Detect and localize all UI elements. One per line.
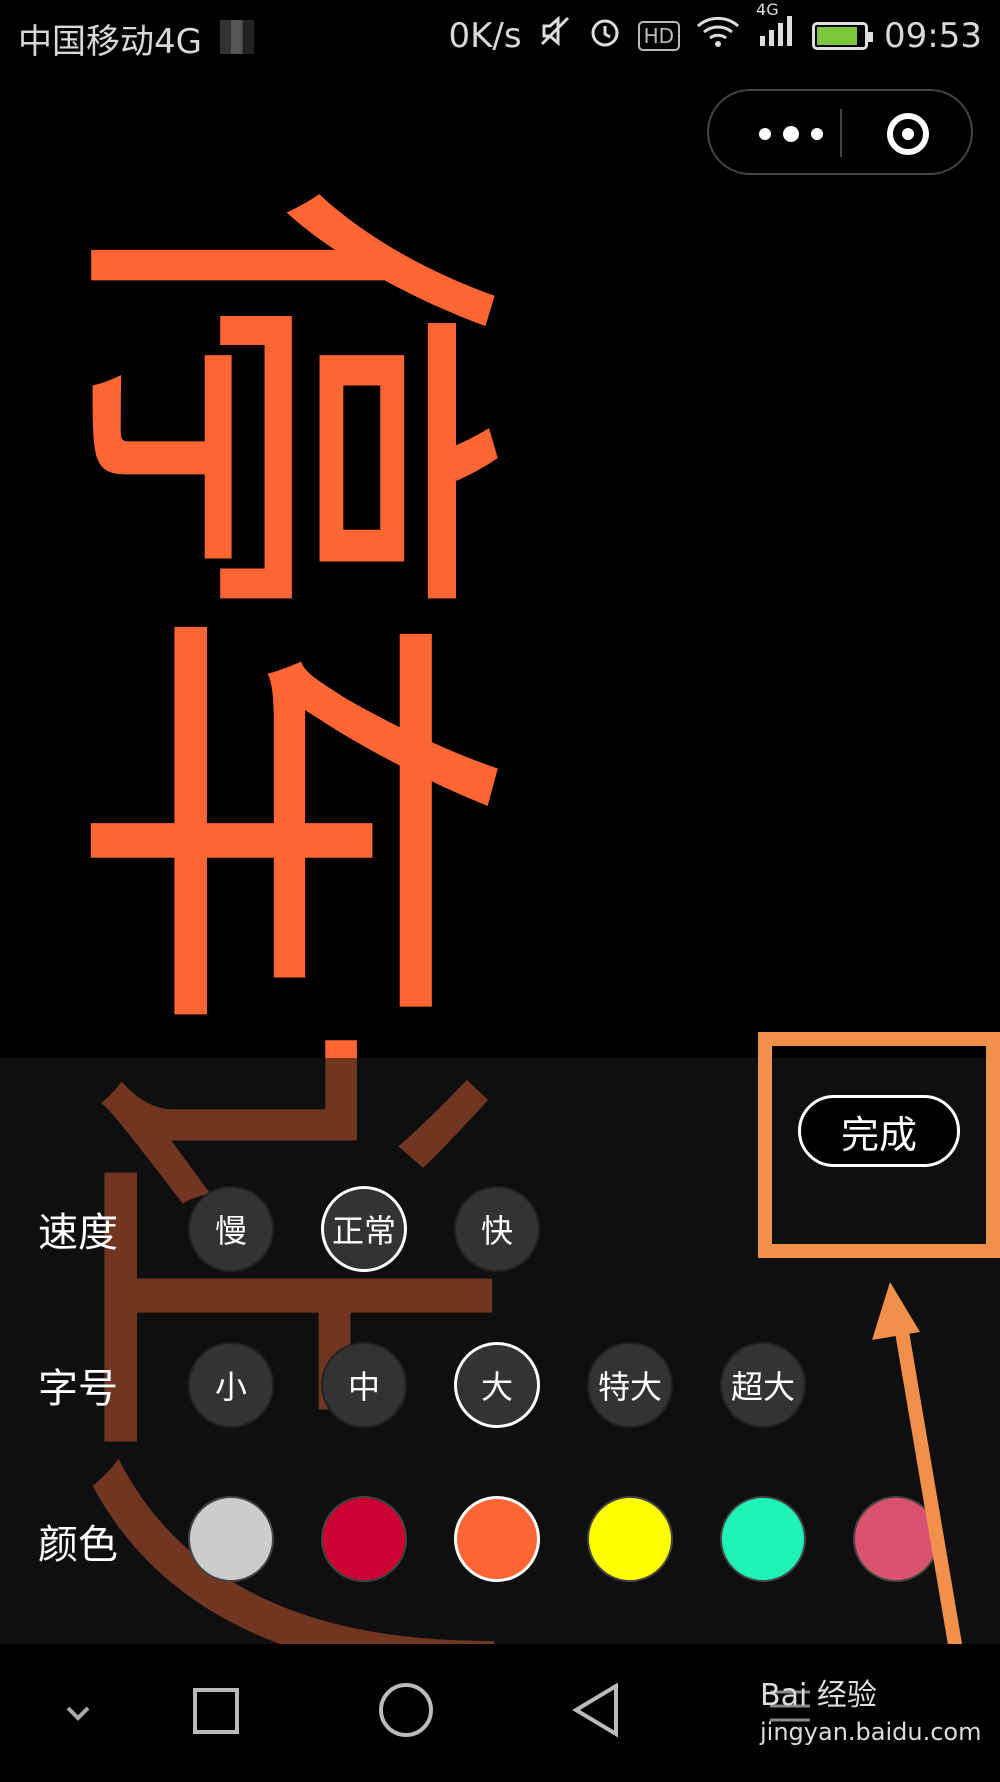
nav-back-button[interactable] <box>526 1644 666 1778</box>
size-option-medium[interactable]: 中 <box>321 1342 407 1428</box>
size-option-large[interactable]: 大 <box>454 1342 540 1428</box>
color-swatch-pink[interactable] <box>853 1496 939 1582</box>
chevron-down-icon <box>66 1706 90 1721</box>
signal-icon: 4G <box>756 0 796 57</box>
alarm-icon <box>588 14 622 57</box>
wifi-icon <box>696 14 740 57</box>
notification-icon <box>220 20 254 54</box>
size-option-xxlarge[interactable]: 超大 <box>720 1342 806 1428</box>
clock: 09:53 <box>884 15 982 56</box>
color-swatch-teal[interactable] <box>720 1496 806 1582</box>
color-swatch-red[interactable] <box>321 1496 407 1582</box>
capsule-menu <box>707 89 973 175</box>
net-speed: 0K/s <box>448 15 522 56</box>
size-label: 字号 <box>38 1366 118 1412</box>
more-icon[interactable] <box>747 119 837 149</box>
square-icon <box>193 1688 239 1734</box>
carrier-label: 中国移动4G <box>18 22 202 62</box>
color-label: 颜色 <box>38 1522 118 1568</box>
color-swatch-orange[interactable] <box>454 1496 540 1582</box>
nav-home-button[interactable] <box>336 1644 476 1778</box>
speed-option-slow[interactable]: 慢 <box>188 1186 274 1272</box>
nav-recents-button[interactable] <box>147 1644 287 1778</box>
watermark-url: jingyan.baidu.com <box>760 1718 982 1746</box>
size-option-small[interactable]: 小 <box>188 1342 274 1428</box>
size-option-xlarge[interactable]: 特大 <box>587 1342 673 1428</box>
speed-label: 速度 <box>38 1210 118 1256</box>
mute-icon <box>538 14 572 57</box>
annotation-highlight-box <box>758 1032 1000 1258</box>
speed-option-normal[interactable]: 正常 <box>321 1186 407 1272</box>
battery-icon <box>812 21 874 50</box>
baidu-watermark: Bai 经验 jingyan.baidu.com <box>760 1670 981 1746</box>
color-swatch-yellow[interactable] <box>587 1496 673 1582</box>
nav-collapse-button[interactable] <box>8 1644 148 1778</box>
close-miniprogram-icon[interactable] <box>887 113 929 155</box>
hd-badge: HD <box>637 20 681 51</box>
watermark-brand: Bai 经验 <box>760 1678 877 1713</box>
signal-badge: 4G <box>756 0 779 19</box>
status-bar: 中国移动4G 0K/s HD 4G 09:53 <box>0 0 1000 70</box>
triangle-back-icon <box>572 1682 618 1738</box>
circle-icon <box>379 1683 433 1737</box>
speed-option-fast[interactable]: 快 <box>454 1186 540 1272</box>
color-swatch-gray[interactable] <box>188 1496 274 1582</box>
capsule-divider <box>840 109 842 157</box>
